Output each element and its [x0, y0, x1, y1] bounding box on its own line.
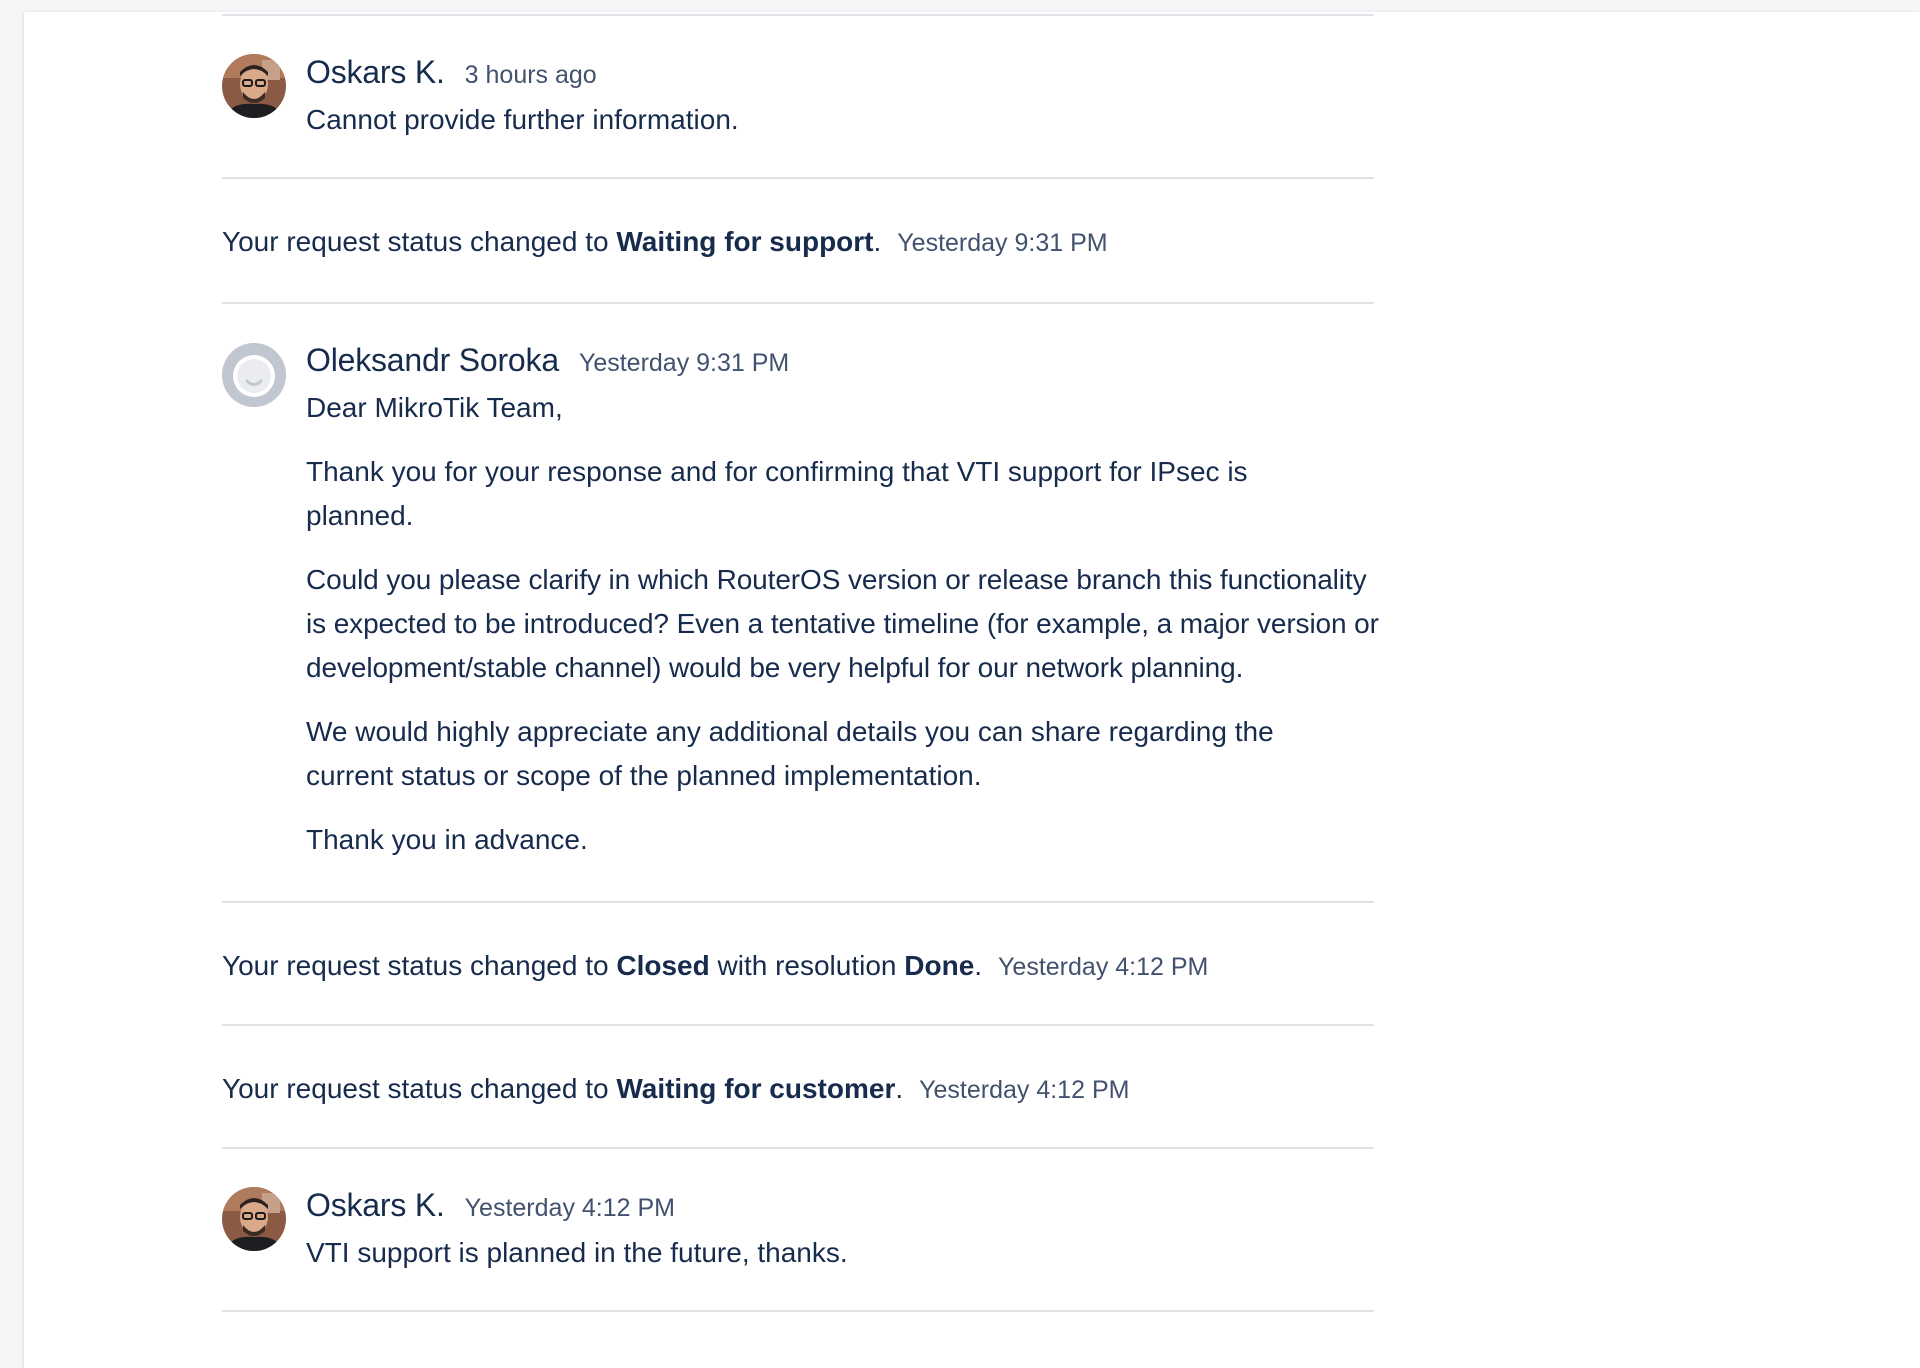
- divider: [222, 14, 1374, 16]
- status-change-item: Your request status changed to Waiting f…: [222, 1067, 1374, 1112]
- divider: [222, 1024, 1374, 1026]
- comment-body: Cannot provide further information.: [306, 98, 1374, 142]
- resolution-value: Done: [904, 950, 975, 981]
- status-value: Closed: [616, 950, 710, 981]
- status-time[interactable]: Yesterday 4:12 PM: [919, 1076, 1129, 1104]
- comment-paragraph: Could you please clarify in which Router…: [306, 564, 1379, 683]
- status-time[interactable]: Yesterday 9:31 PM: [897, 229, 1107, 257]
- comment-body: VTI support is planned in the future, th…: [306, 1231, 1374, 1275]
- divider: [222, 177, 1374, 179]
- comment-body: Dear MikroTik Team, Thank you for your r…: [306, 386, 1379, 862]
- default-user-avatar[interactable]: [222, 343, 286, 407]
- comment-paragraph: Thank you for your response and for conf…: [306, 456, 1248, 531]
- comment-header: Oskars K. 3 hours ago: [306, 54, 1374, 98]
- request-activity-page: Oskars K. 3 hours ago Cannot provide fur…: [24, 12, 1920, 1368]
- comment-item: Oskars K. Yesterday 4:12 PM VTI support …: [222, 1187, 1374, 1275]
- comment-time[interactable]: Yesterday 9:31 PM: [579, 349, 789, 378]
- comment-paragraph: Thank you in advance.: [306, 824, 588, 855]
- comment-paragraph: We would highly appreciate any additiona…: [306, 716, 1274, 791]
- divider: [222, 1147, 1374, 1149]
- comment-text: Cannot provide further information.: [306, 104, 739, 135]
- divider: [222, 302, 1374, 304]
- comment-time[interactable]: 3 hours ago: [465, 61, 597, 90]
- status-value: Waiting for customer: [616, 1073, 896, 1104]
- comment-author[interactable]: Oskars K.: [306, 1187, 445, 1224]
- comment-paragraph: Dear MikroTik Team,: [306, 392, 563, 423]
- status-middle: with resolution: [709, 950, 905, 981]
- status-change-item: Your request status changed to Closed wi…: [222, 944, 1374, 989]
- user-photo-avatar[interactable]: [222, 1187, 286, 1251]
- comment-header: Oleksandr Soroka Yesterday 9:31 PM: [306, 342, 1374, 386]
- comment-text: VTI support is planned in the future, th…: [306, 1237, 848, 1268]
- status-time[interactable]: Yesterday 4:12 PM: [998, 953, 1208, 981]
- comment-header: Oskars K. Yesterday 4:12 PM: [306, 1187, 1374, 1231]
- comment-item: Oleksandr Soroka Yesterday 9:31 PM Dear …: [222, 342, 1379, 862]
- comment-author[interactable]: Oskars K.: [306, 54, 445, 91]
- divider: [222, 901, 1374, 903]
- status-value: Waiting for support: [616, 226, 874, 257]
- status-suffix: .: [895, 1073, 904, 1104]
- status-suffix: .: [974, 950, 983, 981]
- activity-feed: Oskars K. 3 hours ago Cannot provide fur…: [222, 14, 1379, 1312]
- status-prefix: Your request status changed to: [222, 1073, 617, 1104]
- status-prefix: Your request status changed to: [222, 950, 617, 981]
- divider: [222, 1310, 1374, 1312]
- comment-time[interactable]: Yesterday 4:12 PM: [465, 1194, 675, 1223]
- comment-item: Oskars K. 3 hours ago Cannot provide fur…: [222, 54, 1374, 142]
- status-prefix: Your request status changed to: [222, 226, 617, 257]
- user-photo-avatar[interactable]: [222, 54, 286, 118]
- status-change-item: Your request status changed to Waiting f…: [222, 220, 1374, 265]
- comment-author[interactable]: Oleksandr Soroka: [306, 342, 559, 379]
- status-suffix: .: [873, 226, 882, 257]
